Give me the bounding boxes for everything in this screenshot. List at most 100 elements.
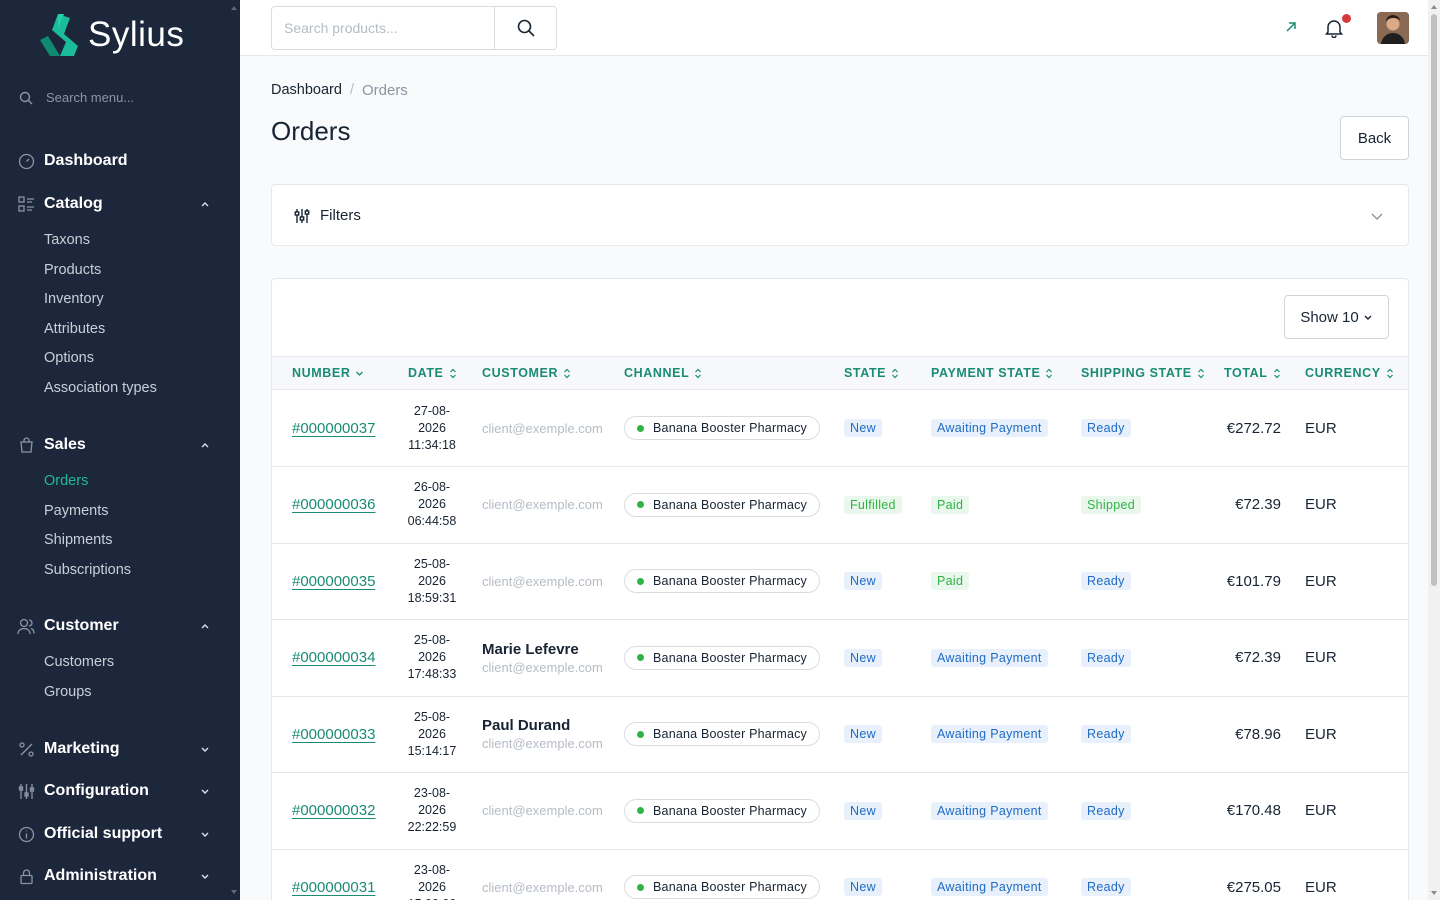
order-date-day: 25-08-: [413, 556, 451, 571]
nav-sales: Sales Orders Payments Shipments Subscrip…: [0, 430, 240, 585]
sidebar-item-subscriptions[interactable]: Subscriptions: [44, 556, 240, 586]
channel-name: Banana Booster Pharmacy: [653, 421, 807, 435]
order-number-cell: #000000033: [292, 696, 375, 772]
sidebar-item-payments[interactable]: Payments: [44, 497, 240, 527]
order-number-link[interactable]: #000000034: [292, 649, 375, 666]
show-per-page-select[interactable]: Show 10: [1284, 295, 1389, 339]
table-row[interactable]: #000000032 23-08- 2026 22:22:59 client@exemp…: [272, 773, 1408, 850]
order-number-link[interactable]: #000000033: [292, 726, 375, 743]
bell-icon[interactable]: [1325, 18, 1343, 38]
back-button[interactable]: Back: [1340, 116, 1409, 160]
sidebar-search[interactable]: Search menu...: [19, 90, 134, 105]
nav-dashboard[interactable]: Dashboard: [0, 146, 240, 176]
sidebar-item-association-types[interactable]: Association types: [44, 374, 240, 404]
nav-catalog-toggle[interactable]: Catalog: [0, 189, 240, 219]
col-number-label: NUMBER: [292, 366, 351, 380]
order-date-year: 2026: [418, 726, 446, 741]
table-row[interactable]: #000000034 25-08- 2026 17:48:33 Marie Lefevr…: [272, 620, 1408, 697]
order-date-time: 22:22:59: [407, 820, 457, 834]
nav-catalog-label: Catalog: [44, 195, 103, 212]
order-date: 25-08- 2026 18:59:31: [397, 543, 467, 619]
col-shipping-state[interactable]: SHIPPING STATE: [1081, 366, 1205, 380]
order-date-day: 25-08-: [413, 633, 451, 647]
page-scrollbar[interactable]: [1428, 0, 1440, 900]
state-badge: New: [844, 878, 882, 896]
order-customer: client@exemple.com: [482, 467, 603, 543]
sort-icon: [1046, 368, 1053, 378]
col-customer[interactable]: CUSTOMER: [482, 366, 571, 380]
scrollbar-thumb[interactable]: [1431, 14, 1437, 586]
nav-sales-toggle[interactable]: Sales: [0, 430, 240, 460]
col-number[interactable]: NUMBER: [292, 366, 364, 380]
order-number-link[interactable]: #000000036: [292, 496, 375, 513]
col-payment-label: PAYMENT STATE: [931, 366, 1041, 380]
order-currency: EUR: [1305, 649, 1337, 666]
table-row[interactable]: #000000036 26-08- 2026 06:44:58 client@exemp…: [272, 467, 1408, 544]
order-state-cell: New: [844, 390, 882, 466]
customer-name[interactable]: Marie Lefevre: [482, 641, 579, 658]
order-number-cell: #000000036: [292, 467, 375, 543]
scroll-down-icon: [1431, 891, 1437, 895]
nav-dashboard-label: Dashboard: [44, 152, 128, 169]
col-date[interactable]: DATE: [408, 366, 457, 380]
order-number-link[interactable]: #000000035: [292, 573, 375, 590]
channel-badge: Banana Booster Pharmacy: [624, 645, 820, 670]
breadcrumb-separator: /: [349, 82, 354, 98]
breadcrumb: Dashboard / Orders: [271, 82, 408, 99]
scroll-down-icon: [231, 890, 237, 894]
nav-customer-toggle[interactable]: Customer: [0, 611, 240, 641]
product-search-input[interactable]: [272, 7, 495, 49]
sidebar-item-taxons[interactable]: Taxons: [44, 226, 240, 256]
col-total[interactable]: TOTAL: [1224, 366, 1281, 380]
dashboard-icon: [17, 152, 35, 170]
sidebar-item-groups[interactable]: Groups: [44, 678, 240, 708]
order-date: 26-08- 2026 06:44:58: [397, 467, 467, 543]
sidebar-item-customers[interactable]: Customers: [44, 648, 240, 678]
col-currency[interactable]: CURRENCY: [1305, 366, 1394, 380]
table-row[interactable]: #000000037 27-08- 2026 11:34:18 client@exemp…: [272, 390, 1408, 467]
brand-name: Sylius: [88, 15, 185, 54]
order-currency: EUR: [1305, 419, 1337, 437]
filters-panel[interactable]: Filters: [271, 184, 1409, 246]
payment-state-badge: Awaiting Payment: [931, 878, 1048, 896]
order-number-link[interactable]: #000000031: [292, 879, 375, 896]
order-number-link[interactable]: #000000037: [292, 420, 375, 437]
nav-official-support[interactable]: Official support: [0, 819, 240, 849]
sidebar-item-attributes[interactable]: Attributes: [44, 315, 240, 345]
col-state[interactable]: STATE: [844, 366, 899, 380]
product-search-button[interactable]: [494, 7, 556, 49]
nav-administration[interactable]: Administration: [0, 861, 240, 891]
breadcrumb-dashboard[interactable]: Dashboard: [271, 82, 342, 99]
table-row[interactable]: #000000035 25-08- 2026 18:59:31 client@exemp…: [272, 543, 1408, 620]
table-row[interactable]: #000000033 25-08- 2026 15:14:17 Paul Durand c…: [272, 696, 1408, 773]
col-channel[interactable]: CHANNEL: [624, 366, 702, 380]
channel-color-dot: [637, 883, 644, 891]
shipping-state-cell: Ready: [1081, 390, 1131, 466]
sylius-logo[interactable]: Sylius: [38, 12, 184, 58]
table-header: NUMBER DATE CUSTOMER CHANNEL STATE PAYME…: [272, 356, 1408, 390]
customer-name[interactable]: Paul Durand: [482, 717, 570, 734]
channel-color-dot: [637, 501, 644, 508]
sidebar-item-products[interactable]: Products: [44, 256, 240, 286]
shipping-state-badge: Ready: [1081, 725, 1131, 743]
sidebar-item-options[interactable]: Options: [44, 344, 240, 374]
payment-state-badge: Awaiting Payment: [931, 419, 1048, 437]
nav-marketing[interactable]: Marketing: [0, 734, 240, 764]
order-currency: EUR: [1305, 572, 1337, 590]
chevron-down-icon: [1371, 213, 1383, 220]
user-avatar[interactable]: [1377, 12, 1409, 44]
col-payment-state[interactable]: PAYMENT STATE: [931, 366, 1053, 380]
order-number-link[interactable]: #000000032: [292, 802, 375, 819]
sort-icon: [449, 368, 456, 378]
sidebar-item-inventory[interactable]: Inventory: [44, 285, 240, 315]
nav-configuration[interactable]: Configuration: [0, 776, 240, 806]
sidebar-item-shipments[interactable]: Shipments: [44, 526, 240, 556]
col-currency-label: CURRENCY: [1305, 366, 1381, 380]
external-link-icon[interactable]: [1284, 20, 1298, 34]
shipping-state-badge: Ready: [1081, 419, 1131, 437]
table-row[interactable]: #000000031 23-08- 2026 15:00:00 client@exemp…: [272, 849, 1408, 900]
order-customer: client@exemple.com: [482, 543, 603, 619]
state-badge: New: [844, 725, 882, 743]
sidebar-scrollbar[interactable]: [228, 0, 240, 900]
sidebar-item-orders[interactable]: Orders: [44, 467, 240, 497]
